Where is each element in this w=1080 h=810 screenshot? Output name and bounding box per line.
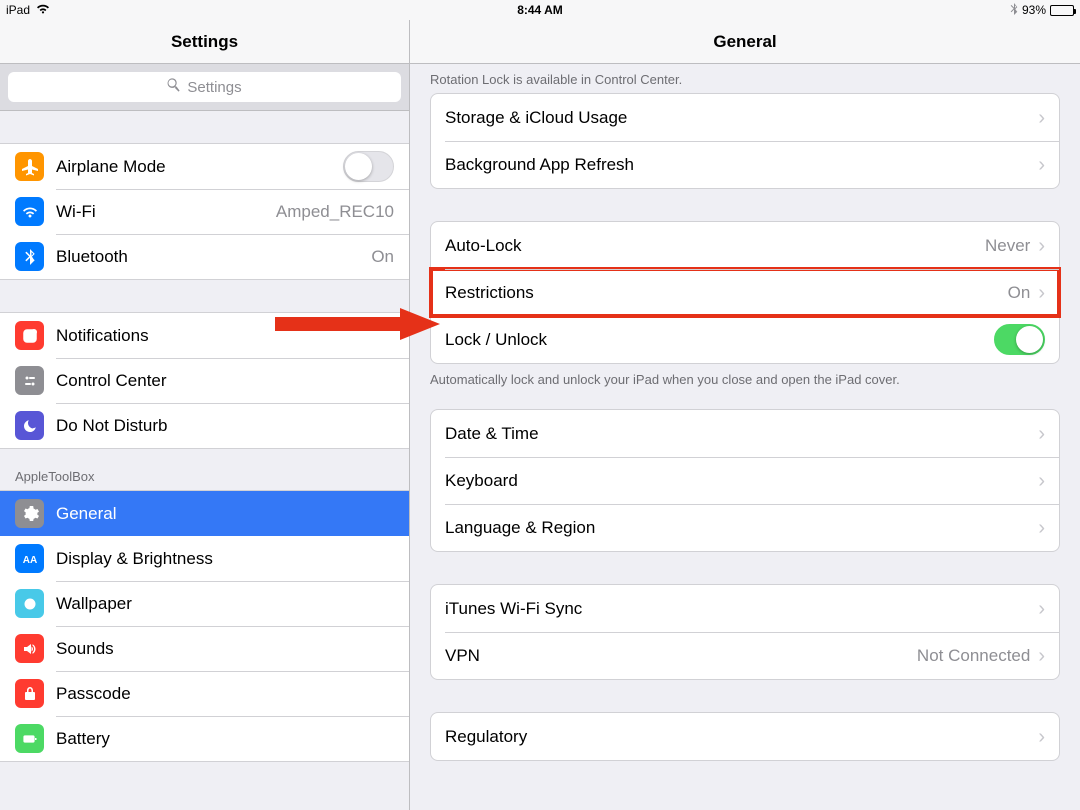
sidebar-scroll[interactable]: Airplane Mode Wi-Fi Amped_REC10 Bluetoot… (0, 111, 409, 810)
bluetooth-icon (15, 242, 44, 271)
controlcenter-icon (15, 366, 44, 395)
sidebar-title: Settings (0, 20, 409, 64)
sidebar-item-display[interactable]: AA Display & Brightness (0, 536, 409, 581)
chevron-right-icon: › (1038, 727, 1045, 747)
lockunlock-switch[interactable] (994, 324, 1045, 355)
row-itunes[interactable]: iTunes Wi-Fi Sync › (431, 585, 1059, 632)
row-lockunlock[interactable]: Lock / Unlock (431, 316, 1059, 363)
gear-icon (15, 499, 44, 528)
detail-pane: General Rotation Lock is available in Co… (410, 20, 1080, 810)
chevron-right-icon: › (1038, 236, 1045, 256)
sidebar-item-bluetooth[interactable]: Bluetooth On (0, 234, 409, 279)
detail-title: General (410, 20, 1080, 64)
search-placeholder: Settings (187, 79, 241, 96)
search-wrap: Settings (0, 64, 409, 111)
chevron-right-icon: › (1038, 108, 1045, 128)
group-storage: Storage & iCloud Usage › Background App … (430, 93, 1060, 189)
rotation-note: Rotation Lock is available in Control Ce… (410, 64, 1080, 93)
sidebar-item-wifi[interactable]: Wi-Fi Amped_REC10 (0, 189, 409, 234)
sidebar-item-controlcenter[interactable]: Control Center (0, 358, 409, 403)
controlcenter-label: Control Center (56, 371, 394, 391)
general-label: General (56, 504, 394, 524)
device-name: iPad (6, 3, 30, 17)
wifi-value: Amped_REC10 (276, 202, 394, 222)
chevron-right-icon: › (1038, 518, 1045, 538)
passcode-label: Passcode (56, 684, 394, 704)
airplane-label: Airplane Mode (56, 157, 343, 177)
notifications-label: Notifications (56, 326, 394, 346)
sidebar-item-airplane[interactable]: Airplane Mode (0, 144, 409, 189)
battery-icon (15, 724, 44, 753)
row-autolock[interactable]: Auto-Lock Never › (431, 222, 1059, 269)
row-langregion[interactable]: Language & Region › (431, 504, 1059, 551)
lock-icon (15, 679, 44, 708)
bluetooth-value: On (371, 247, 394, 267)
row-storage[interactable]: Storage & iCloud Usage › (431, 94, 1059, 141)
display-label: Display & Brightness (56, 549, 394, 569)
status-left: iPad (6, 3, 50, 17)
display-icon: AA (15, 544, 44, 573)
group-lock: Auto-Lock Never › Restrictions On › Lock… (430, 221, 1060, 364)
battery-percent: 93% (1022, 3, 1046, 17)
row-datetime[interactable]: Date & Time › (431, 410, 1059, 457)
status-bar: iPad 8:44 AM 93% (0, 0, 1080, 20)
row-bgrefresh[interactable]: Background App Refresh › (431, 141, 1059, 188)
sidebar-item-general[interactable]: General (0, 491, 409, 536)
wifi-icon (15, 197, 44, 226)
moon-icon (15, 411, 44, 440)
chevron-right-icon: › (1038, 155, 1045, 175)
row-regulatory[interactable]: Regulatory › (431, 713, 1059, 760)
settings-sidebar: Settings Settings Airplane Mode (0, 20, 410, 810)
sounds-label: Sounds (56, 639, 394, 659)
sidebar-group-main: General AA Display & Brightness Wallpape… (0, 490, 409, 762)
wallpaper-label: Wallpaper (56, 594, 394, 614)
chevron-right-icon: › (1038, 283, 1045, 303)
lock-note: Automatically lock and unlock your iPad … (410, 364, 1080, 393)
sidebar-item-dnd[interactable]: Do Not Disturb (0, 403, 409, 448)
sidebar-item-passcode[interactable]: Passcode (0, 671, 409, 716)
airplane-switch[interactable] (343, 151, 394, 182)
group-regulatory: Regulatory › (430, 712, 1060, 761)
dnd-label: Do Not Disturb (56, 416, 394, 436)
bluetooth-icon (1010, 3, 1018, 18)
battery-label: Battery (56, 729, 394, 749)
group-sync: iTunes Wi-Fi Sync › VPN Not Connected › (430, 584, 1060, 680)
airplane-icon (15, 152, 44, 181)
search-icon (167, 78, 181, 96)
row-vpn[interactable]: VPN Not Connected › (431, 632, 1059, 679)
bluetooth-label: Bluetooth (56, 247, 371, 267)
search-input[interactable]: Settings (8, 72, 401, 102)
chevron-right-icon: › (1038, 646, 1045, 666)
status-right: 93% (1010, 3, 1074, 18)
wallpaper-icon (15, 589, 44, 618)
wifi-label: Wi-Fi (56, 202, 276, 222)
sidebar-item-wallpaper[interactable]: Wallpaper (0, 581, 409, 626)
svg-text:AA: AA (22, 555, 36, 566)
notifications-icon (15, 321, 44, 350)
sidebar-group-connectivity: Airplane Mode Wi-Fi Amped_REC10 Bluetoot… (0, 143, 409, 280)
chevron-right-icon: › (1038, 599, 1045, 619)
row-keyboard[interactable]: Keyboard › (431, 457, 1059, 504)
group-locale: Date & Time › Keyboard › Language & Regi… (430, 409, 1060, 552)
status-time: 8:44 AM (517, 3, 563, 17)
sidebar-group-header: AppleToolBox (0, 463, 409, 490)
row-restrictions[interactable]: Restrictions On › (431, 269, 1059, 316)
sounds-icon (15, 634, 44, 663)
battery-icon (1050, 5, 1074, 16)
chevron-right-icon: › (1038, 424, 1045, 444)
wifi-icon (36, 3, 50, 17)
sidebar-item-sounds[interactable]: Sounds (0, 626, 409, 671)
sidebar-group-notifications: Notifications Control Center Do Not Dist… (0, 312, 409, 449)
sidebar-item-battery[interactable]: Battery (0, 716, 409, 761)
detail-scroll[interactable]: Rotation Lock is available in Control Ce… (410, 64, 1080, 810)
chevron-right-icon: › (1038, 471, 1045, 491)
sidebar-item-notifications[interactable]: Notifications (0, 313, 409, 358)
